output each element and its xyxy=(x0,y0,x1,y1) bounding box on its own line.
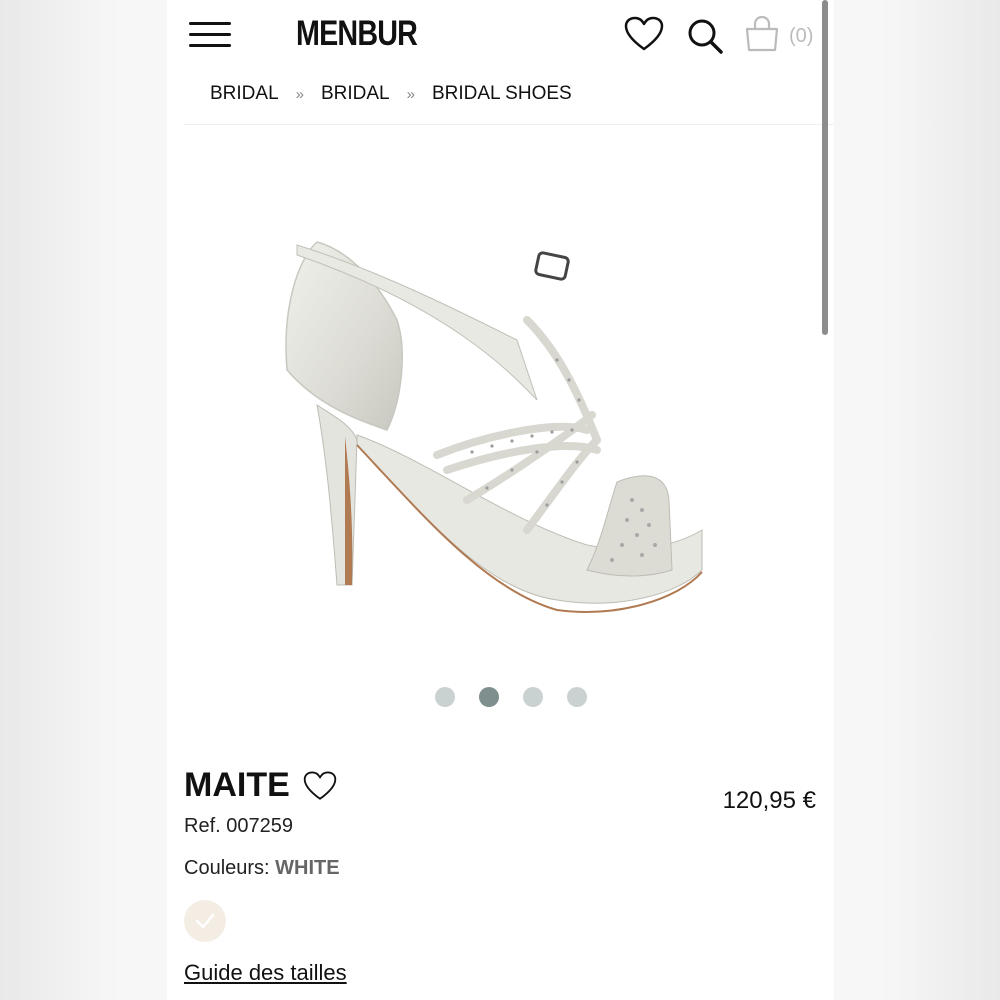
header: MENBUR (0) xyxy=(167,0,834,70)
heart-icon[interactable] xyxy=(303,770,337,802)
breadcrumb-separator: » xyxy=(295,85,304,103)
product-page: MENBUR (0) BRIDAL » BRIDAL » BRIDAL SHOE… xyxy=(167,0,834,1000)
heart-icon[interactable] xyxy=(624,16,664,52)
shopping-bag-icon[interactable] xyxy=(744,15,780,53)
color-swatch-white[interactable] xyxy=(184,900,226,942)
check-icon xyxy=(195,913,215,929)
gallery-pagination xyxy=(435,687,587,707)
scrollbar[interactable] xyxy=(822,0,828,335)
product-image[interactable] xyxy=(257,200,757,640)
color-value: WHITE xyxy=(275,857,340,879)
brand-logo[interactable]: MENBUR xyxy=(296,14,418,54)
product-ref: Ref. 007259 xyxy=(184,815,293,837)
colors-label: Couleurs: xyxy=(184,857,270,879)
size-guide-link[interactable]: Guide des tailles xyxy=(184,960,347,986)
cart-count[interactable]: (0) xyxy=(789,25,813,48)
search-icon[interactable] xyxy=(686,17,724,55)
gallery-dot[interactable] xyxy=(567,687,587,707)
hamburger-icon[interactable] xyxy=(189,20,231,50)
product-price: 120,95 € xyxy=(722,787,816,814)
breadcrumb-separator: » xyxy=(406,85,415,103)
gallery-dot[interactable] xyxy=(435,687,455,707)
header-divider xyxy=(184,124,834,125)
breadcrumb-item-bridal-shoes[interactable]: BRIDAL SHOES xyxy=(432,83,572,105)
breadcrumb-item-bridal[interactable]: BRIDAL xyxy=(210,83,279,105)
product-colors: Couleurs: WHITE xyxy=(184,857,340,880)
gallery-dot-active[interactable] xyxy=(479,687,499,707)
breadcrumb-item-bridal-2[interactable]: BRIDAL xyxy=(321,83,390,105)
product-title: MAITE xyxy=(184,766,290,804)
breadcrumb: BRIDAL » BRIDAL » BRIDAL SHOES xyxy=(210,82,572,106)
gallery-dot[interactable] xyxy=(523,687,543,707)
